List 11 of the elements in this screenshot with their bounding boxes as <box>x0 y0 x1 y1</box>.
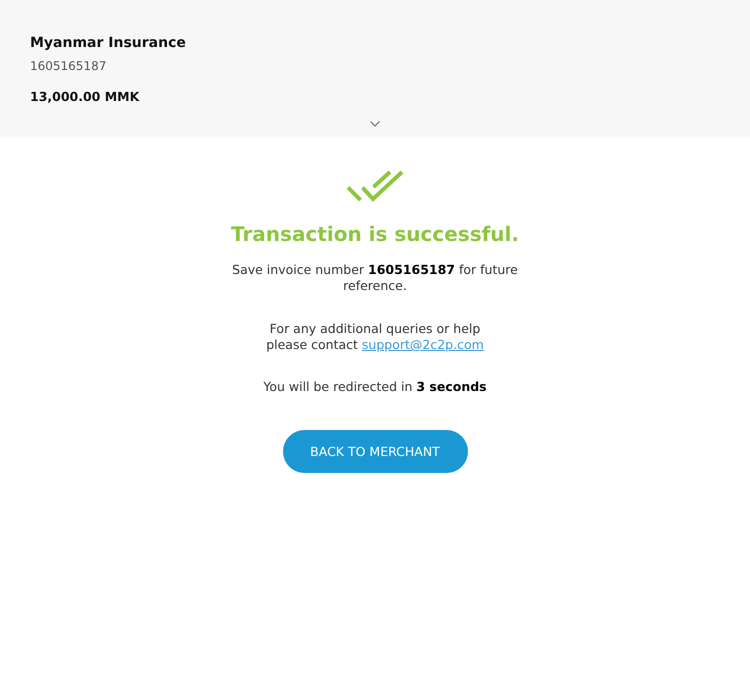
success-title: Transaction is successful. <box>231 221 519 247</box>
merchant-name: Myanmar Insurance <box>30 34 186 52</box>
help-text: For any additional queries or help please contact support@2c2p.com <box>265 321 485 353</box>
chevron-down-icon[interactable] <box>370 121 380 127</box>
amount: 13,000.00 MMK <box>30 89 140 105</box>
redirect-note: You will be redirected in 3 seconds <box>263 379 487 395</box>
back-to-merchant-button[interactable]: BACK TO MERCHANT <box>282 430 468 473</box>
invoice-note: Save invoice number 1605165187 for future reference. <box>231 262 519 294</box>
support-email-link[interactable]: support@2c2p.com <box>362 337 484 352</box>
double-check-icon <box>346 170 404 203</box>
invoice-number: 1605165187 <box>30 58 106 74</box>
